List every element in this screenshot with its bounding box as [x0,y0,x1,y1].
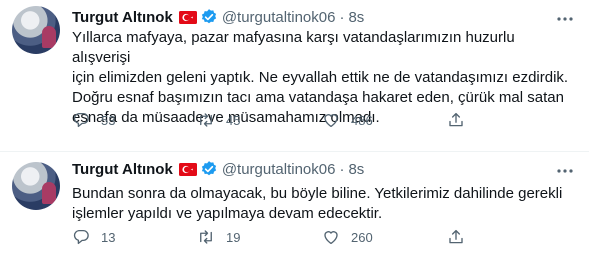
heart-icon [324,231,338,245]
turkey-flag-icon [178,10,197,24]
reply-icon [73,112,89,128]
timestamp[interactable]: 8s [348,161,364,178]
reply-count: 53 [101,112,116,128]
like-count: 486 [351,112,373,128]
retweet-button[interactable]: 19 [197,228,240,246]
like-count: 260 [351,229,373,245]
reply-icon [73,229,89,245]
separator-dot: · [339,160,345,178]
share-button[interactable] [447,111,465,129]
retweet-button[interactable]: 45 [197,111,240,129]
tweet-text-line: Doğru esnaf başımızın tacı ama vatandaşa… [72,89,564,106]
tweet[interactable]: Turgut Altınok @turgutaltinok06 · 8s Yıl… [0,0,589,152]
separator-dot: · [339,8,345,26]
author-name[interactable]: Turgut Altınok [72,9,173,26]
author-handle[interactable]: @turgutaltinok06 [222,9,336,26]
tweet-header: Turgut Altınok @turgutaltinok06 · 8s [72,7,364,27]
retweet-icon [200,230,212,244]
tweet-text-line: Bundan sonra da olmayacak, bu böyle bili… [72,185,563,202]
tweet-header: Turgut Altınok @turgutaltinok06 · 8s [72,159,364,179]
tweet[interactable]: Turgut Altınok @turgutaltinok06 · 8s Bun… [0,152,589,269]
more-options-icon[interactable] [555,162,575,180]
retweet-count: 45 [226,112,241,128]
more-options-icon[interactable] [555,10,575,28]
tweet-text-line: Yıllarca mafyaya, pazar mafyasına karşı … [72,29,515,66]
like-button[interactable]: 260 [322,228,373,246]
retweet-icon [200,113,212,127]
avatar[interactable] [12,6,60,54]
reply-button[interactable]: 13 [72,228,115,246]
author-handle[interactable]: @turgutaltinok06 [222,161,336,178]
share-button[interactable] [447,228,465,246]
timestamp[interactable]: 8s [348,9,364,26]
verified-badge-icon [201,9,216,24]
like-button[interactable]: 486 [322,111,373,129]
share-icon [449,229,463,244]
reply-count: 13 [101,229,116,245]
share-icon [449,112,463,127]
verified-badge-icon [201,161,216,176]
retweet-count: 19 [226,229,241,245]
author-name[interactable]: Turgut Altınok [72,161,173,178]
heart-icon [324,114,338,128]
tweet-text-line: işlemler yapıldı ve yapılmaya devam edec… [72,205,383,222]
tweet-text-line: için elimizden geleni yaptık. Ne eyvalla… [72,69,569,86]
turkey-flag-icon [178,162,197,176]
reply-button[interactable]: 53 [72,111,115,129]
avatar[interactable] [12,162,60,210]
tweet-text: Bundan sonra da olmayacak, bu böyle bili… [72,184,577,224]
